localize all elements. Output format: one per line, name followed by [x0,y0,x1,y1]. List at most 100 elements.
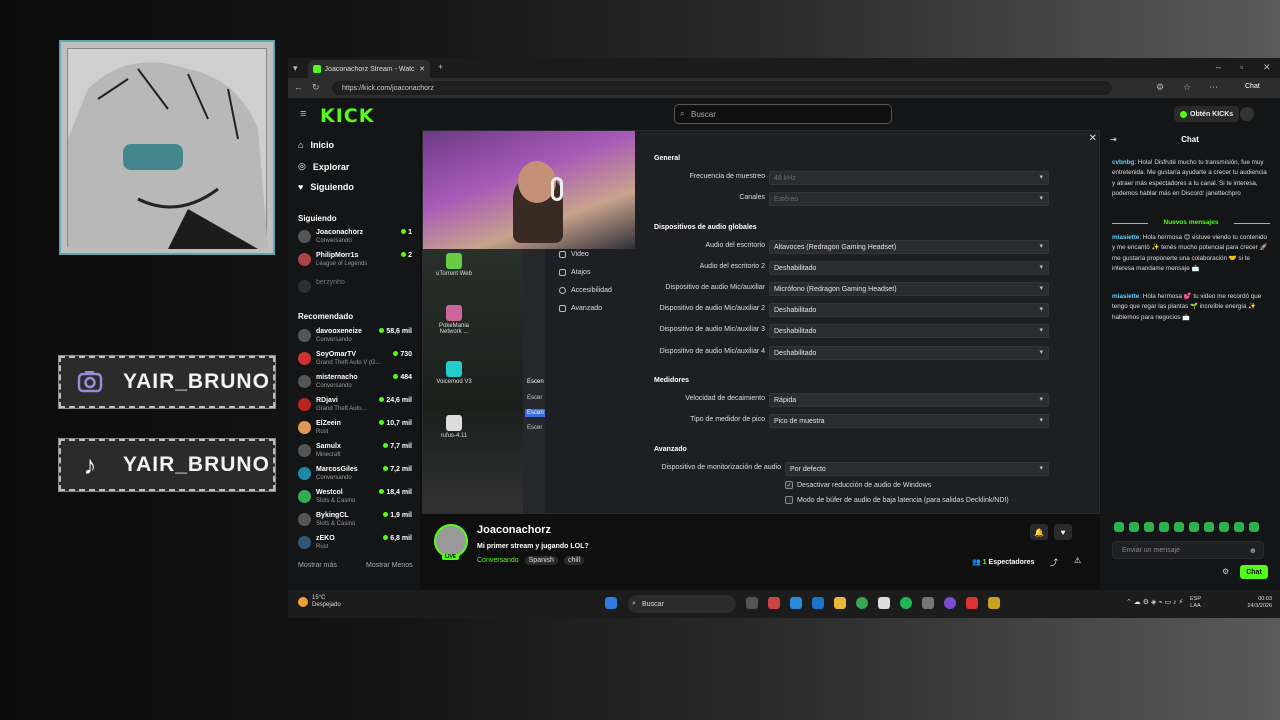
mic-aux-2-select[interactable]: Deshabilitado [769,303,1049,317]
streamer-name[interactable]: Joaconachorz [477,524,551,536]
windows-start-icon[interactable] [605,597,617,609]
monitoring-select[interactable]: Por defecto [785,462,1049,476]
decay-select[interactable]: Rápida [769,393,1049,407]
show-more-link[interactable]: Mostrar más [298,562,337,569]
menu-accesibilidad[interactable]: Accesibilidad [559,287,612,294]
close-window-icon[interactable]: ✕ [1263,62,1271,73]
tab-close-icon[interactable]: ✕ [419,65,425,73]
settings-scroll-area[interactable]: General Frecuencia de muestreo 48 kHz Can… [635,147,1099,513]
maximize-icon[interactable]: ▫ [1240,62,1243,72]
desktop-audio-select[interactable]: Altavoces (Redragon Gaming Headset) [769,240,1049,254]
taskbar-search[interactable]: ⌕ Buscar [628,595,736,613]
hamburger-icon[interactable]: ≡ [300,108,306,120]
menu-atajos[interactable]: Atajos [559,269,590,276]
disable-ducking-checkbox[interactable]: ✓ Desactivar reducción de audio de Window… [785,481,931,489]
menu-avanzado[interactable]: Avanzado [559,305,602,312]
nav-siguiendo[interactable]: ♥ Siguiendo [298,182,354,192]
mic-aux-select[interactable]: Micrófono (Redragon Gaming Headset) [769,282,1049,296]
notification-bell-icon[interactable]: 🔔 [1030,524,1048,540]
recommended-channel[interactable]: Samulx Minecraft 7,7 mil [298,442,414,464]
category-link[interactable]: Conversando [477,557,519,564]
chat-username[interactable]: miasiette [1112,293,1139,300]
spotify-icon[interactable] [900,597,912,609]
app-icon[interactable] [768,597,780,609]
edge-icon[interactable] [790,597,802,609]
chat-send-button[interactable]: Chat [1240,565,1268,579]
weather-widget[interactable]: 15°C Despejado [298,595,341,609]
recommended-channel[interactable]: zEKO Rust 6,8 mil [298,534,414,556]
recommended-channel[interactable]: misternacho Conversando 484 [298,373,414,395]
copilot-chat-button[interactable]: Chat [1245,83,1260,90]
nav-inicio[interactable]: ⌂ Inicio [298,140,334,150]
minimize-icon[interactable]: – [1216,62,1221,72]
channels-select[interactable]: Estéreo [769,192,1049,206]
get-kicks-button[interactable]: Obtén KICKs [1174,106,1240,122]
app-icon[interactable] [922,597,934,609]
recommended-channel[interactable]: davooxeneize Conversando 58,6 mil [298,327,414,349]
tag-spanish[interactable]: Spanish [524,556,558,565]
chat-settings-gear-icon[interactable]: ⚙ [1222,567,1229,576]
report-icon[interactable]: ⚠ [1074,556,1081,565]
followed-channel[interactable]: Joaconachorz Conversando 1 [298,228,414,250]
tab-list-icon[interactable]: ▾ [293,63,298,74]
scene-label[interactable]: Escen [527,379,544,385]
app-icon[interactable] [966,597,978,609]
chat-message-input[interactable]: Enviar un mensaje ☻ [1112,541,1264,559]
emote-icon[interactable] [1234,522,1244,532]
chat-username[interactable]: miasiette [1112,234,1139,241]
sample-rate-select[interactable]: 48 kHz [769,171,1049,185]
followed-channel-offline[interactable]: berzynho [298,278,414,300]
extensions-icon[interactable]: ⚙ [1156,82,1164,93]
recommended-channel[interactable]: MarcosGiles Conversando 7,2 mil [298,465,414,487]
scene-label[interactable]: Escer [527,425,542,431]
checkbox-checked[interactable]: ✓ [785,481,793,489]
streamer-avatar[interactable] [434,524,468,558]
emote-icon[interactable] [1144,522,1154,532]
settings-close-icon[interactable]: ✕ [1089,133,1097,144]
emote-icon[interactable] [1204,522,1214,532]
mic-aux-3-select[interactable]: Deshabilitado [769,324,1049,338]
emote-icon[interactable] [1159,522,1169,532]
menu-video[interactable]: Video [559,251,589,258]
recommended-channel[interactable]: BykingCL Slots & Casino 1,9 mil [298,511,414,533]
recommended-channel[interactable]: Westcol Slots & Casino 18,4 mil [298,488,414,510]
desktop-audio-2-select[interactable]: Deshabilitado [769,261,1049,275]
nav-explorar[interactable]: ◎ Explorar [298,161,349,172]
tag-chill[interactable]: chill [563,556,584,565]
follow-heart-icon[interactable]: ♥ [1054,524,1072,540]
emote-icon[interactable] [1114,522,1124,532]
favorites-icon[interactable]: ☆ [1183,82,1191,93]
back-icon[interactable]: ← [294,82,303,92]
menu-icon[interactable]: ⋯ [1209,82,1218,93]
peak-select[interactable]: Pico de muestra [769,414,1049,428]
emote-icon[interactable] [1129,522,1139,532]
clock[interactable]: 00:03 24/3/2026 [1248,596,1272,610]
emote-icon[interactable] [1219,522,1229,532]
scene-label-active[interactable]: Escen [525,409,546,417]
task-view-icon[interactable] [746,597,758,609]
search-input[interactable]: ⌕ Buscar [674,104,892,124]
refresh-icon[interactable]: ↻ [312,82,320,93]
user-avatar[interactable] [1240,107,1254,121]
mic-aux-4-select[interactable]: Deshabilitado [769,346,1049,360]
emoji-icon[interactable]: ☻ [1249,546,1257,555]
low-latency-checkbox[interactable]: Modo de búfer de audio de baja latencia … [785,496,1009,504]
obs-icon[interactable] [944,597,956,609]
chrome-icon[interactable] [856,597,868,609]
new-tab-icon[interactable]: + [438,62,443,72]
calendar-icon[interactable] [878,597,890,609]
emote-icon[interactable] [1189,522,1199,532]
url-field[interactable]: https://kick.com/joaconachorz [332,81,1112,95]
browser-tab[interactable]: Joaconachorz Stream - Watch Live ✕ [308,60,430,78]
language-indicator[interactable]: ESP LAA [1190,596,1201,610]
share-icon[interactable]: ⤴ [1050,557,1058,568]
app-icon[interactable] [988,597,1000,609]
emote-icon[interactable] [1174,522,1184,532]
tray-icons[interactable]: ⌃ ☁ ⚙ ◈ ⌁ ▭ ♪ ⚡ [1126,598,1183,606]
recommended-channel[interactable]: RDjavi Grand Theft Auto... 24,6 mil [298,396,414,418]
checkbox-unchecked[interactable] [785,496,793,504]
show-less-link[interactable]: Mostrar Menos [366,562,413,569]
emote-icon[interactable] [1249,522,1259,532]
chat-username[interactable]: cvbnbg [1112,159,1134,166]
recommended-channel[interactable]: SoyOmarTV Grand Theft Auto V (G... 730 [298,350,414,372]
